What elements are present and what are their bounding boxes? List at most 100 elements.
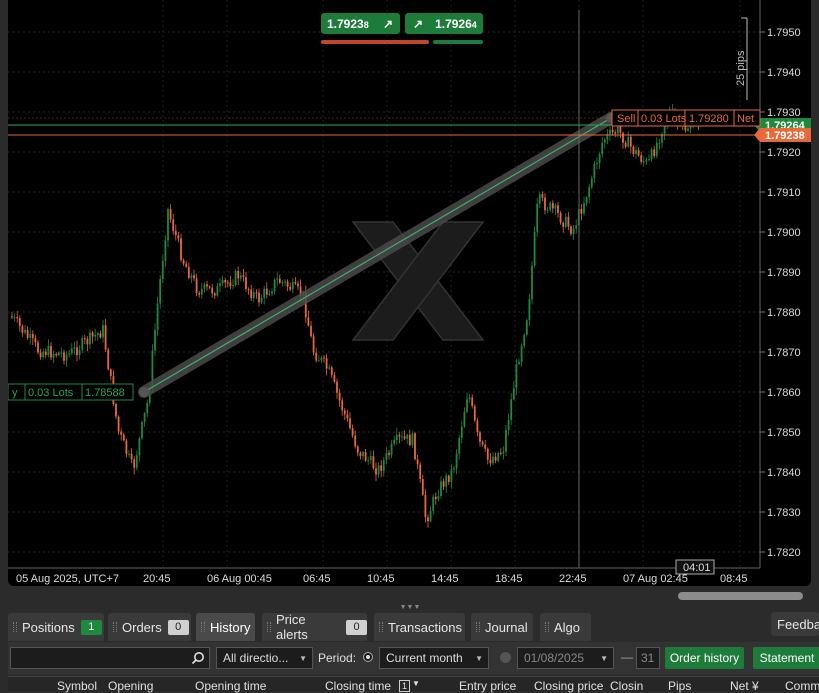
tab-algo[interactable]: Algo: [540, 613, 591, 641]
chart-area[interactable]: 25 pips 1.7950 1.7940 1.7930 1.7920 1.7910 1.…: [8, 0, 811, 586]
sell-price-button[interactable]: 1.79238 ↗: [321, 13, 400, 34]
col-closing-truncated[interactable]: Closin: [610, 679, 643, 693]
candle: [520, 343, 523, 367]
date-range-radio[interactable]: [500, 652, 511, 663]
price-axis-label: 1.7950: [767, 27, 801, 39]
date-to-field[interactable]: 31: [636, 647, 660, 669]
candle: [497, 451, 500, 463]
col-opening-time[interactable]: Opening time: [195, 679, 266, 693]
candle: [445, 472, 448, 494]
sell-pip: 8: [363, 19, 369, 30]
candle: [164, 235, 167, 267]
col-closing-price[interactable]: Closing price: [534, 679, 603, 693]
candle: [317, 355, 320, 362]
price-axis-label: 1.7840: [767, 467, 801, 479]
candle: [278, 274, 281, 284]
candle: [377, 462, 380, 478]
candle: [99, 330, 102, 339]
candle: [468, 393, 471, 403]
pip-ruler-label: 25 pips: [735, 50, 747, 86]
trade-trendline[interactable]: [138, 112, 617, 398]
tab-price-alerts[interactable]: Price alerts 0: [262, 612, 367, 642]
candle: [601, 136, 604, 158]
chart-scrollbar-thumb[interactable]: [678, 592, 803, 600]
candle: [39, 348, 42, 360]
candle: [50, 342, 52, 360]
col-symbol[interactable]: Symbol: [57, 679, 97, 693]
date-range-dash: —: [621, 650, 633, 664]
candle: [213, 291, 216, 300]
candle: [120, 428, 123, 441]
sell-order-label[interactable]: Sell 0.03 Lots 1.79280 Net: [611, 109, 761, 127]
price-axis-label: 1.7900: [767, 227, 801, 239]
candle: [271, 288, 273, 297]
candle: [73, 341, 76, 355]
tab-transactions[interactable]: Transactions: [374, 613, 465, 641]
arrow-up-right-icon: ↗: [413, 16, 424, 31]
price-axis-label: 1.7920: [767, 147, 801, 159]
svg-text:y: y: [12, 387, 18, 399]
tab-journal[interactable]: Journal: [471, 613, 533, 641]
candle: [424, 489, 427, 523]
feedback-button[interactable]: Feedba: [771, 612, 819, 636]
candle: [146, 399, 149, 418]
direction-dropdown[interactable]: All directio... ▼: [216, 647, 313, 669]
candle: [580, 204, 583, 221]
candle: [91, 330, 94, 344]
candle: [364, 449, 367, 462]
search-input[interactable]: [10, 647, 210, 669]
candle: [237, 266, 240, 286]
price-chart[interactable]: 25 pips 1.7950 1.7940 1.7930 1.7920 1.7910 1.…: [8, 0, 811, 586]
candle: [427, 514, 429, 528]
candle: [174, 224, 177, 241]
buy-order-label[interactable]: y 0.03 Lots 1.78588: [8, 383, 134, 401]
time-axis-label: 06:45: [303, 573, 331, 585]
candle: [258, 288, 260, 307]
candle: [502, 446, 505, 460]
svg-text:1.78588: 1.78588: [85, 387, 125, 399]
candle: [104, 318, 107, 352]
order-history-button[interactable]: Order history: [665, 647, 744, 669]
col-pips[interactable]: Pips: [668, 679, 691, 693]
col-entry-price[interactable]: Entry price: [459, 679, 516, 693]
candle: [263, 285, 266, 305]
tab-orders[interactable]: Orders 0: [108, 613, 191, 641]
buy-price-button[interactable]: ↗ 1.79264: [405, 13, 483, 34]
candle: [536, 197, 539, 237]
date-from-field[interactable]: 01/08/2025 ▼: [517, 647, 614, 669]
tab-positions[interactable]: Positions 1: [8, 613, 104, 641]
candle: [637, 147, 640, 157]
candle: [523, 333, 526, 349]
candle: [203, 282, 206, 293]
candle: [559, 210, 562, 225]
col-closing-time[interactable]: Closing time: [325, 679, 391, 693]
candle: [208, 285, 211, 289]
col-commission[interactable]: Comm: [785, 679, 819, 693]
statement-button[interactable]: Statement: [753, 647, 819, 669]
candle: [239, 272, 242, 282]
time-axis-label: 08:45: [720, 573, 748, 585]
time-axis-label: 06 Aug 00:45: [207, 573, 272, 585]
tab-history[interactable]: History: [196, 613, 255, 641]
col-opening[interactable]: Opening: [108, 679, 153, 693]
candle: [187, 262, 190, 280]
period-dropdown[interactable]: Current month ▼: [379, 647, 489, 669]
candle: [315, 348, 318, 363]
panel-splitter[interactable]: ▼▼▼: [396, 604, 424, 612]
candle: [297, 280, 299, 290]
candle: [138, 436, 141, 462]
col-net[interactable]: Net ¥: [730, 679, 759, 693]
candle: [286, 279, 289, 292]
positions-count-badge: 1: [80, 619, 102, 635]
price-axis-label: 1.7880: [767, 307, 801, 319]
candle: [481, 440, 484, 447]
candle: [359, 451, 362, 460]
chevron-down-icon: ▼: [475, 653, 483, 663]
candle: [284, 279, 286, 287]
candle: [42, 348, 45, 360]
candle: [375, 462, 377, 482]
candle: [89, 329, 91, 349]
candle: [68, 349, 71, 358]
candle: [471, 394, 474, 409]
period-radio[interactable]: [363, 652, 373, 662]
